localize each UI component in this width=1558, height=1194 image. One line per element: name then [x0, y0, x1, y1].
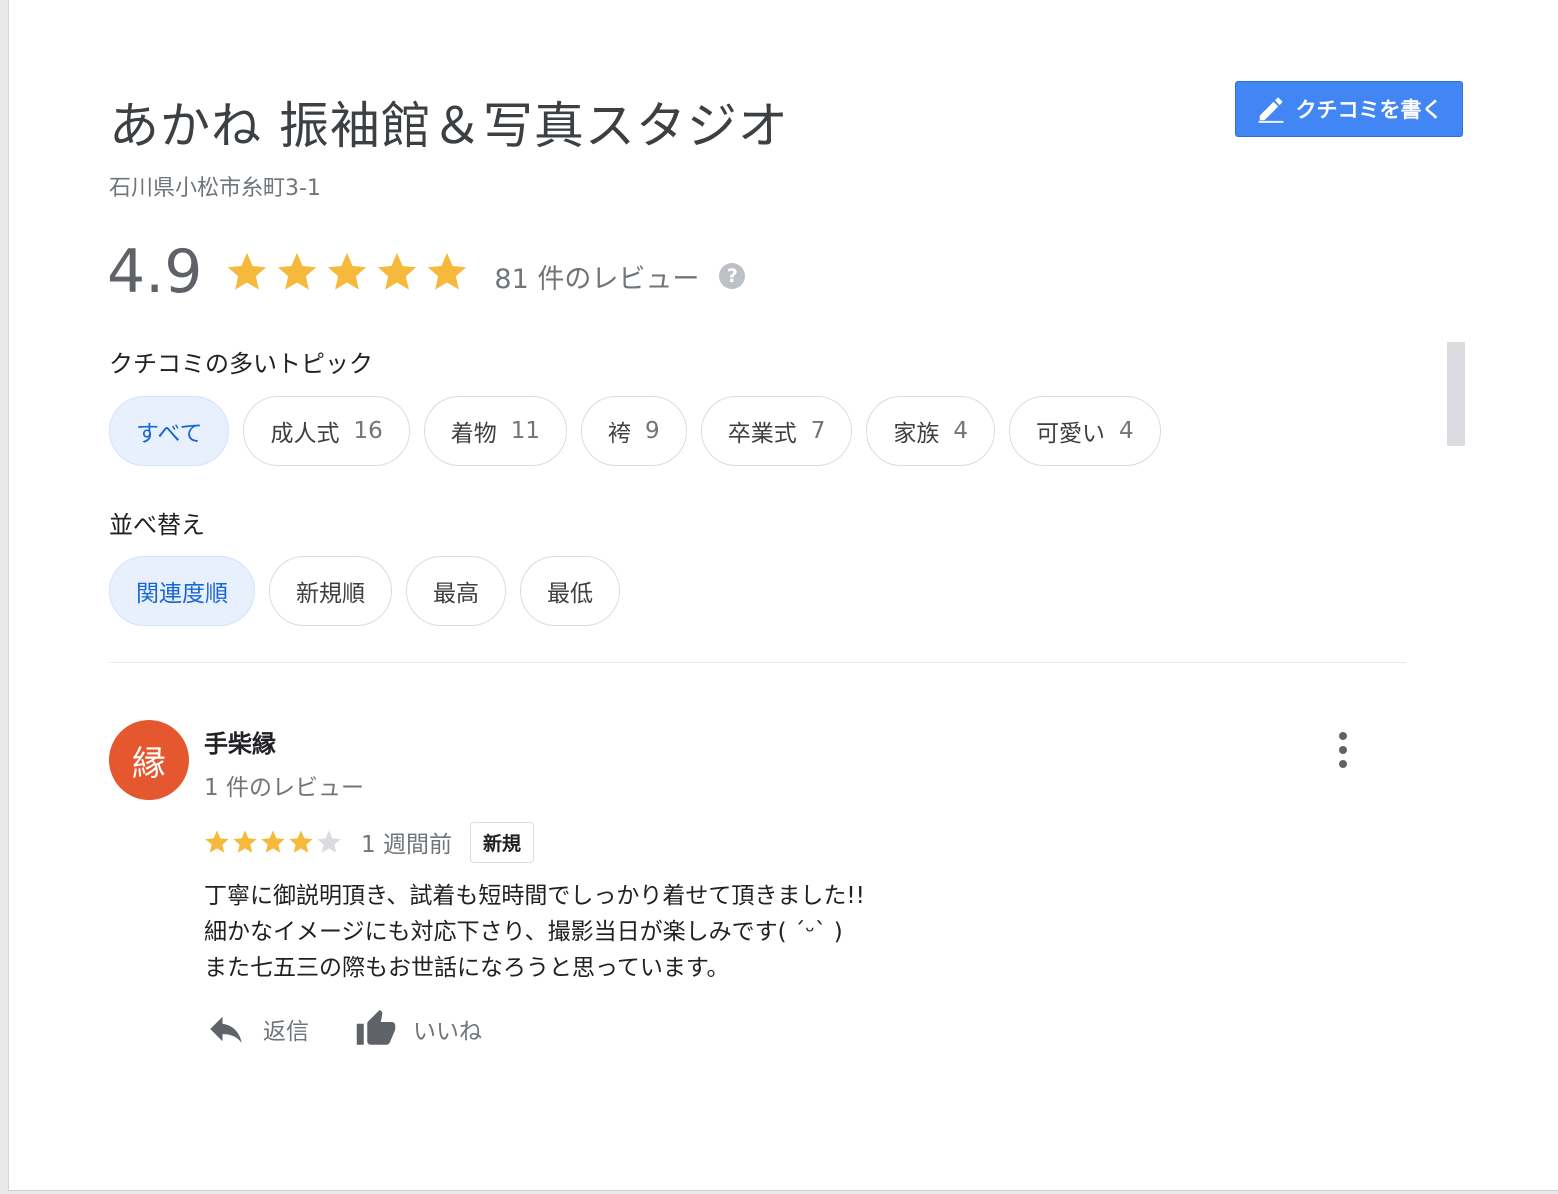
rating-score: 4.9 [107, 237, 203, 307]
star-icon [428, 252, 467, 290]
like-label: いいね [413, 1019, 482, 1045]
star-icon [233, 830, 257, 853]
sort-relevance-chip[interactable]: 関連度順 [109, 556, 255, 626]
review-text-line: 細かなイメージにも対応下さり、撮影当日が楽しみです( ˊᵕˋ ) [204, 919, 843, 945]
star-icon [278, 252, 317, 290]
review-text-line: また七五三の際もお世話になろうと思っています。 [204, 955, 730, 981]
review-count[interactable]: 81 件のレビュー [494, 257, 699, 296]
topic-chip-label: 成人式 [270, 421, 340, 447]
star-icon [378, 252, 417, 290]
help-icon[interactable]: ? [719, 263, 746, 289]
topic-chip-count: 9 [645, 418, 660, 444]
topic-chip-label: 可愛い [1035, 421, 1105, 447]
rating-stars [224, 249, 470, 295]
topic-chip[interactable]: 着物 11 [423, 396, 568, 466]
business-name: あかね 振袖館＆写真スタジオ [109, 97, 789, 155]
sort-heading: 並べ替え [109, 511, 205, 539]
like-button[interactable]: いいね [355, 1008, 482, 1050]
divider [109, 662, 1406, 663]
topic-chip-count: 11 [510, 418, 541, 444]
topic-chip-label: 着物 [450, 421, 497, 447]
sort-chip-label: 最低 [547, 581, 593, 607]
topic-chip[interactable]: 成人式 16 [243, 396, 410, 466]
reviews-panel: あかね 振袖館＆写真スタジオ 石川県小松市糸町3-1 クチコミを書く 4.9 8… [8, 0, 1558, 1191]
review-text: 丁寧に御説明頂き、試着も短時間でしっかり着せて頂きました!! 細かなイメージにも… [204, 878, 865, 986]
topic-chip[interactable]: 可愛い 4 [1008, 396, 1161, 466]
review-actions: 返信 いいね [205, 1008, 482, 1050]
reply-icon [210, 1016, 242, 1043]
star-icon [261, 830, 285, 853]
topic-chip[interactable]: 家族 4 [866, 396, 995, 466]
sort-chip-label: 新規順 [296, 581, 365, 607]
more-vert-icon [1339, 732, 1347, 740]
topic-chip-all[interactable]: すべて [109, 396, 230, 466]
topic-chip[interactable]: 袴 9 [581, 396, 687, 466]
chip-scrollbar[interactable] [1447, 342, 1465, 446]
topic-chip-count: 7 [810, 418, 826, 444]
star-icon [228, 252, 267, 290]
avatar[interactable]: 縁 [109, 720, 189, 800]
topic-chips: すべて 成人式 16 着物 11 袴 9 卒業式 7 家族 4 可愛い 4 [109, 396, 1161, 466]
star-empty-icon [317, 830, 341, 853]
topic-chip-label: すべて [136, 421, 203, 447]
topic-chip-count: 16 [353, 418, 383, 444]
write-review-button[interactable]: クチコミを書く [1235, 81, 1463, 137]
topic-chip-count: 4 [953, 418, 968, 444]
sort-highest-chip[interactable]: 最高 [406, 556, 506, 626]
topic-chip-label: 袴 [608, 421, 632, 447]
review-date: 1 週間前 [361, 832, 452, 858]
rating-summary: 4.9 81 件のレビュー ? [107, 232, 746, 312]
review-text-line: 丁寧に御説明頂き、試着も短時間でしっかり着せて頂きました!! [204, 883, 865, 909]
thumbs-up-icon [356, 1009, 396, 1045]
business-address: 石川県小松市糸町3-1 [109, 176, 321, 201]
topic-chip-count: 4 [1118, 418, 1134, 444]
sort-chips: 関連度順 新規順 最高 最低 [109, 556, 620, 626]
reviewer-name[interactable]: 手柴縁 [204, 724, 276, 759]
topics-heading: クチコミの多いトピック [109, 350, 373, 378]
reply-button[interactable]: 返信 [205, 1008, 309, 1050]
star-icon [205, 830, 229, 853]
topic-chip[interactable]: 卒業式 7 [700, 396, 853, 466]
review-meta: 1 週間前 新規 [203, 820, 534, 864]
sort-newest-chip[interactable]: 新規順 [269, 556, 392, 626]
review-stars [203, 828, 343, 856]
reply-label: 返信 [263, 1019, 309, 1045]
write-review-label: クチコミを書く [1295, 98, 1443, 122]
more-options-button[interactable] [1329, 728, 1357, 772]
star-icon [328, 252, 367, 290]
pencil-icon [1258, 97, 1283, 123]
star-icon [289, 830, 313, 853]
reviewer-review-count: 1 件のレビュー [204, 775, 364, 801]
new-badge: 新規 [469, 821, 534, 863]
topic-chip-label: 卒業式 [727, 421, 797, 447]
topic-chip-label: 家族 [893, 421, 940, 447]
sort-lowest-chip[interactable]: 最低 [520, 556, 620, 626]
sort-chip-label: 最高 [433, 581, 479, 607]
sort-chip-label: 関連度順 [136, 581, 228, 607]
